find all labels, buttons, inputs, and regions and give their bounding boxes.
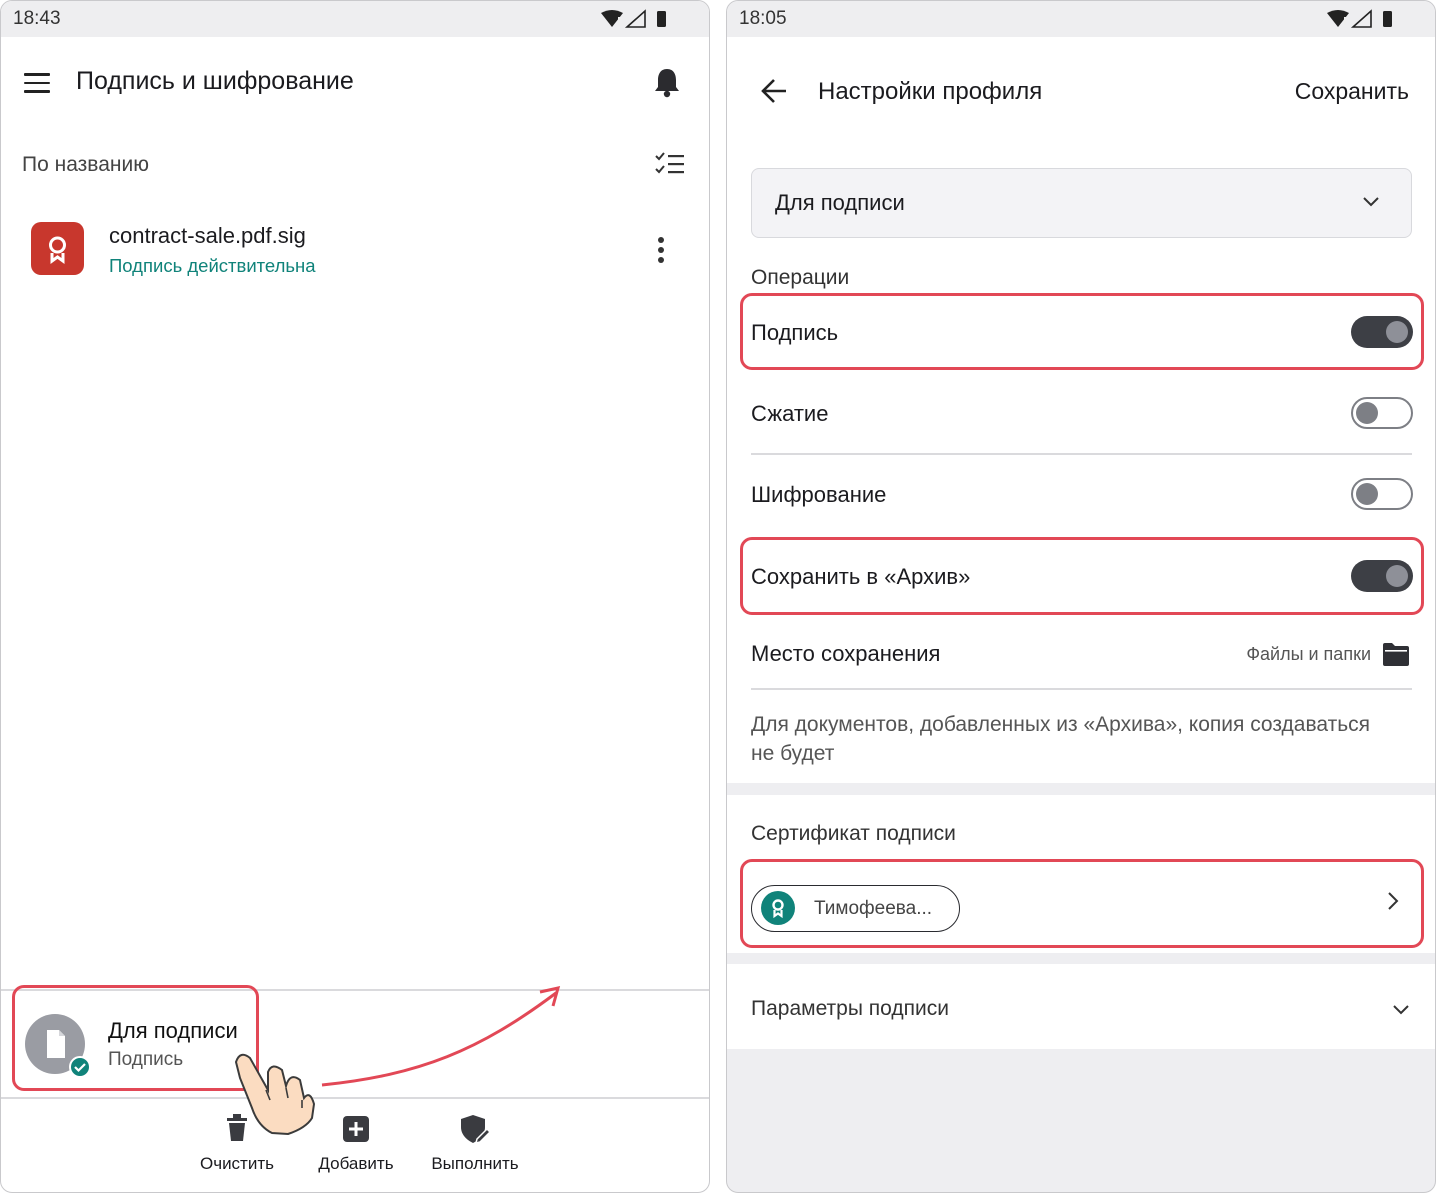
hand-pointer-icon [234,1053,316,1136]
annotation-overlay [234,985,561,1136]
guide-arrow [321,991,557,1087]
